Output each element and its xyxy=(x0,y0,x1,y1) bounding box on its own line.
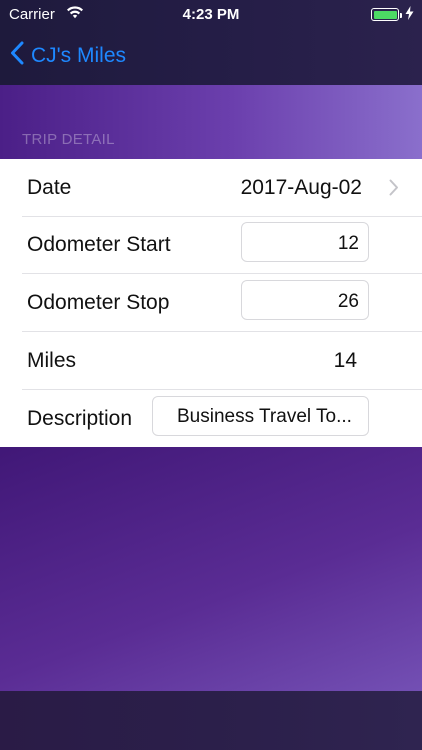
back-label: CJ's Miles xyxy=(31,44,127,67)
odometer-stop-row: Odometer Stop 26 xyxy=(0,274,422,332)
odometer-start-row: Odometer Start 12 xyxy=(0,216,422,274)
miles-label: Miles xyxy=(27,349,77,372)
navigation-bar: CJ's Miles xyxy=(0,30,422,85)
top-bar: Carrier 4:23 PM CJ's Miles xyxy=(0,0,422,85)
bottom-toolbar xyxy=(0,691,422,750)
description-row: Description Business Travel To... xyxy=(0,390,422,448)
odometer-stop-label: Odometer Stop xyxy=(27,291,170,314)
back-button[interactable]: CJ's Miles xyxy=(10,41,126,71)
miles-value: 14 xyxy=(333,349,357,372)
description-label: Description xyxy=(27,407,133,430)
status-bar: Carrier 4:23 PM xyxy=(0,0,422,30)
description-field[interactable]: Business Travel To... xyxy=(152,396,369,436)
odometer-stop-field[interactable]: 26 xyxy=(241,280,369,320)
clock-label: 4:23 PM xyxy=(182,6,240,23)
trip-detail-screen: Carrier 4:23 PM CJ's Miles TRIP DETAIL D… xyxy=(0,0,422,750)
section-title: TRIP DETAIL xyxy=(22,131,115,148)
chevron-left-icon xyxy=(10,41,31,71)
miles-row: Miles 14 xyxy=(0,332,422,390)
trip-detail-table: Date 2017-Aug-02 Odometer Start 12 Odome… xyxy=(0,159,422,447)
odometer-start-label: Odometer Start xyxy=(27,233,171,256)
odometer-start-field[interactable]: 12 xyxy=(241,222,369,262)
date-value: 2017-Aug-02 xyxy=(240,176,362,199)
date-row[interactable]: Date 2017-Aug-02 xyxy=(0,159,422,217)
date-label: Date xyxy=(27,176,72,199)
charging-bolt-icon xyxy=(405,6,414,24)
battery-icon xyxy=(371,8,402,21)
chevron-right-icon xyxy=(389,179,399,201)
